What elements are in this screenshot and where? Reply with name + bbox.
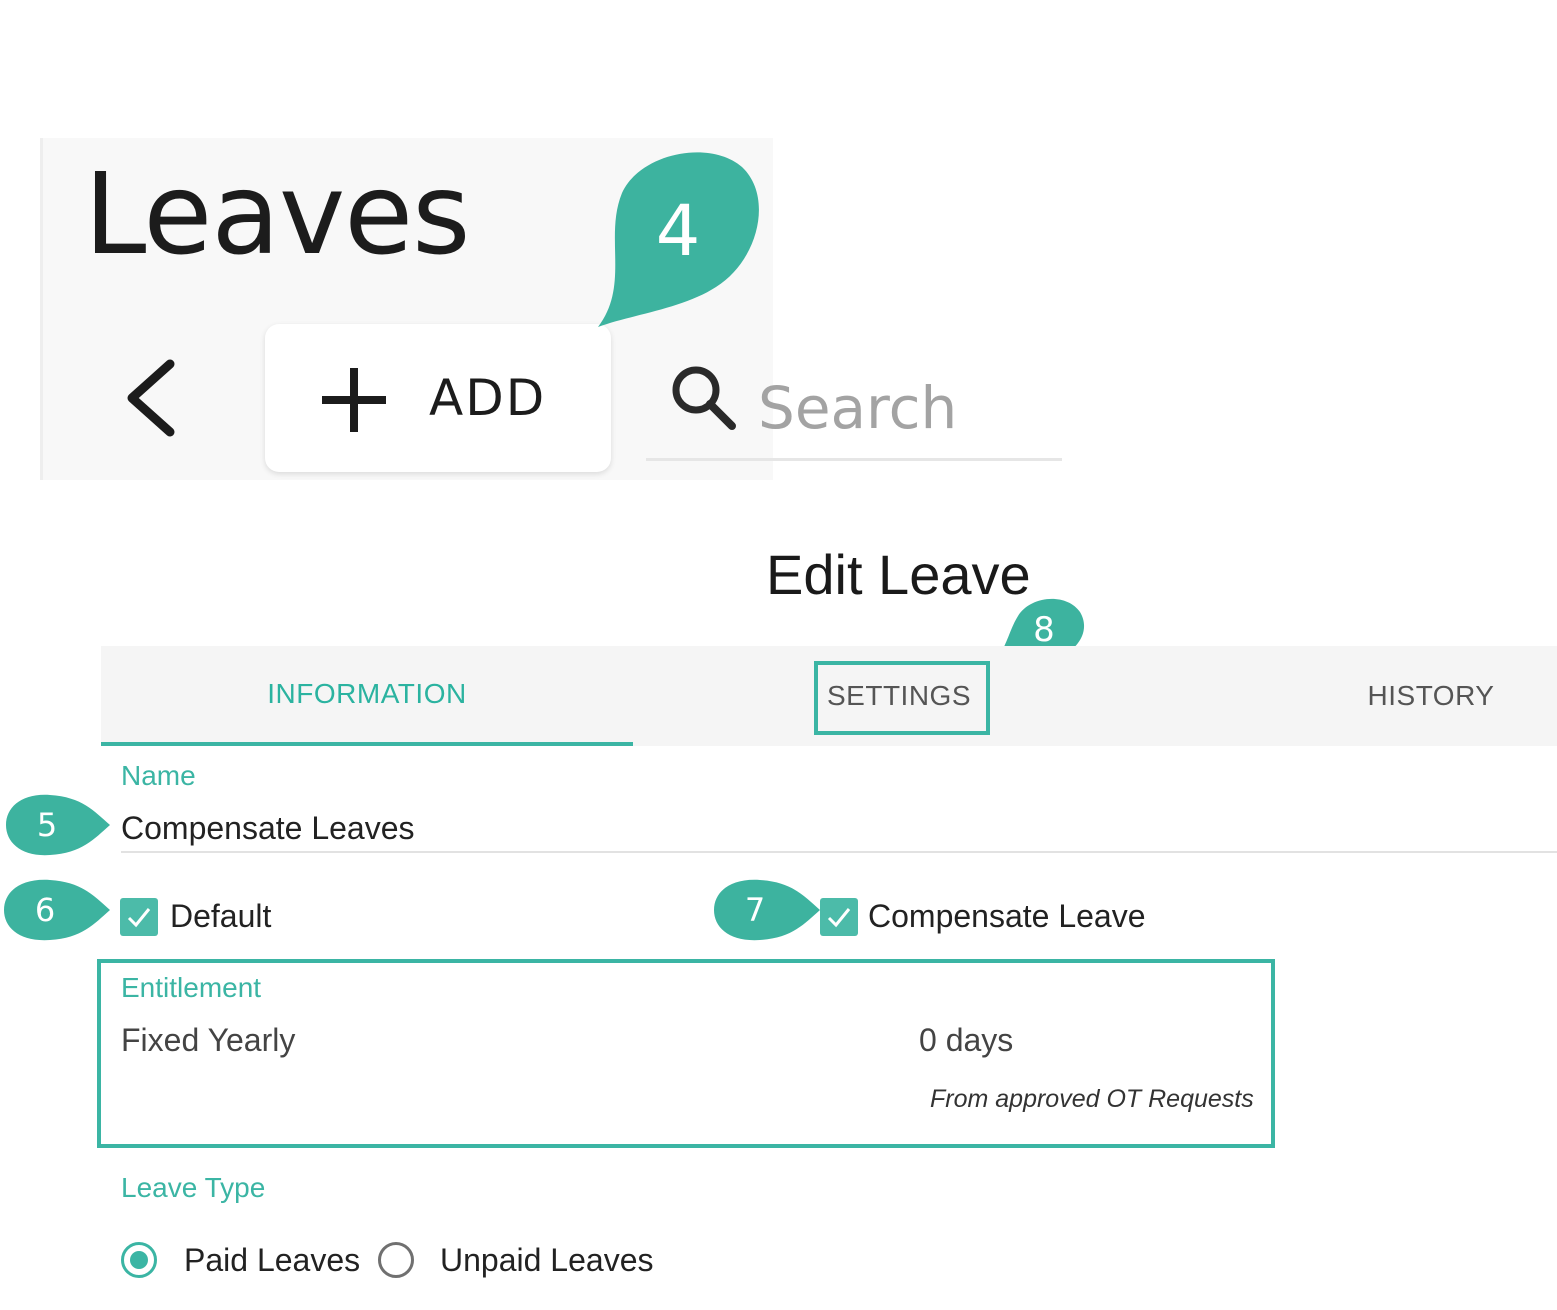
callout-4-label: 4: [655, 190, 701, 272]
default-checkbox[interactable]: [120, 898, 158, 936]
entitlement-note: From approved OT Requests: [930, 1085, 1254, 1113]
entitlement-label: Entitlement: [121, 972, 262, 1003]
search-icon: [672, 366, 736, 430]
paid-leaves-label: Paid Leaves: [184, 1242, 361, 1278]
name-field-underline: [121, 851, 1557, 853]
check-icon: [127, 908, 151, 928]
back-button[interactable]: [118, 356, 188, 440]
entitlement-type: Fixed Yearly: [121, 1022, 296, 1058]
name-label: Name: [121, 760, 196, 791]
compensate-leave-label: Compensate Leave: [868, 898, 1146, 934]
radio-selected-dot: [130, 1251, 148, 1269]
search-box: [646, 350, 1062, 461]
leave-type-label: Leave Type: [121, 1172, 266, 1203]
chevron-left-icon: [127, 359, 175, 437]
name-field[interactable]: Compensate Leaves: [121, 810, 415, 847]
search-input[interactable]: [758, 368, 1048, 448]
add-button[interactable]: ADD: [265, 324, 611, 472]
unpaid-leaves-label: Unpaid Leaves: [440, 1242, 654, 1278]
page-title: Leaves: [84, 150, 471, 280]
compensate-leave-checkbox[interactable]: [820, 898, 858, 936]
add-button-label: ADD: [429, 369, 547, 427]
callout-6-label: 6: [34, 891, 56, 929]
paid-leaves-radio[interactable]: [121, 1242, 157, 1278]
tab-history[interactable]: HISTORY: [1331, 646, 1531, 746]
settings-tab-highlight: [814, 661, 990, 735]
page: Leaves ADD 4 Edit Leave 8 INFORMATION SE…: [0, 0, 1557, 1310]
callout-7-label: 7: [744, 891, 766, 929]
entitlement-days: 0 days: [919, 1022, 1014, 1058]
plus-icon: [322, 368, 386, 432]
tab-information[interactable]: INFORMATION: [101, 646, 633, 746]
unpaid-leaves-radio[interactable]: [378, 1242, 414, 1278]
callout-5-label: 5: [36, 806, 58, 844]
default-checkbox-label: Default: [170, 898, 272, 934]
check-icon: [827, 908, 851, 928]
